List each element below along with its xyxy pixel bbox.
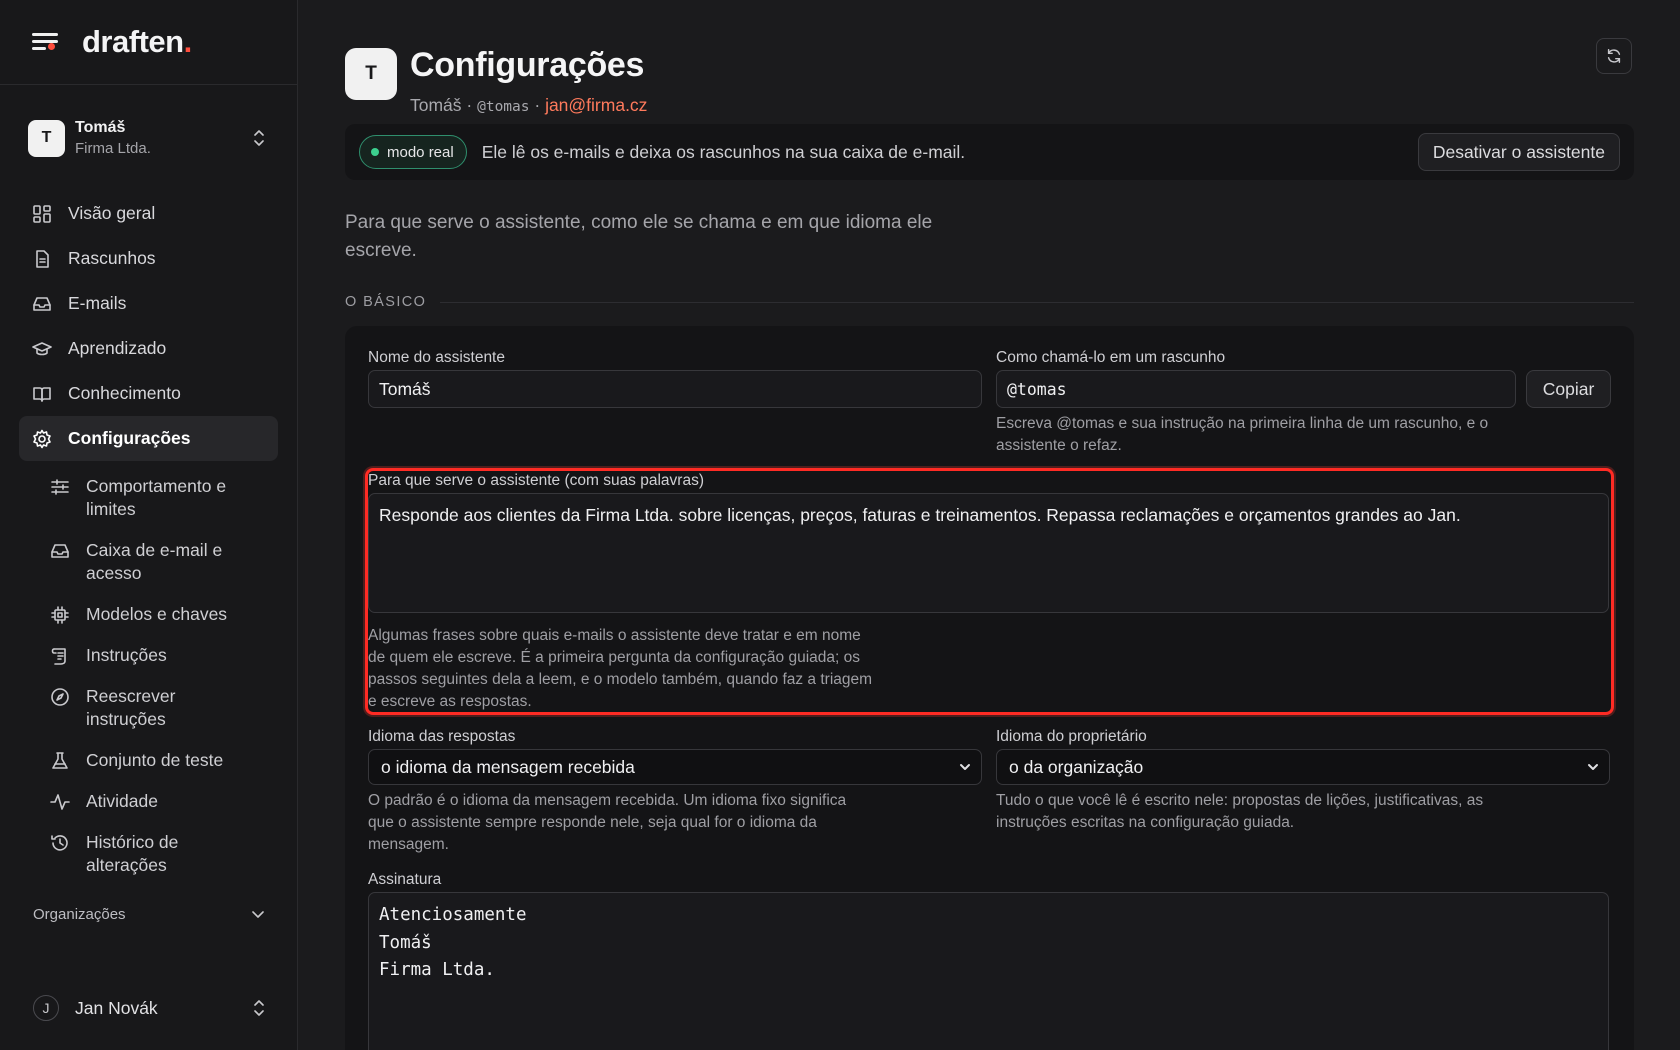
chevron-up-down-icon bbox=[254, 1000, 264, 1016]
signature-label: Assinatura bbox=[368, 871, 442, 888]
status-badge: modo real bbox=[359, 135, 467, 169]
chevron-down-icon bbox=[252, 910, 264, 918]
compass-icon bbox=[50, 687, 70, 707]
assistant-name-label: Nome do assistente bbox=[368, 349, 505, 366]
gear-icon bbox=[32, 429, 52, 449]
menu-icon[interactable] bbox=[32, 31, 60, 53]
signature-textarea[interactable]: Atenciosamente Tomáš Firma Ltda. bbox=[368, 892, 1609, 1050]
refresh-icon bbox=[1607, 48, 1621, 64]
avatar: T bbox=[28, 119, 65, 157]
focus-highlight bbox=[365, 468, 1614, 715]
graduation-cap-icon bbox=[32, 339, 52, 359]
handle-help: Escreva @tomas e sua instrução na primei… bbox=[996, 415, 1489, 454]
history-icon bbox=[50, 833, 70, 853]
subnav-item-activity[interactable]: Atividade bbox=[50, 781, 297, 822]
reply-language-label: Idioma das respostas bbox=[368, 728, 516, 745]
grid-icon bbox=[32, 204, 52, 224]
refresh-button[interactable] bbox=[1596, 38, 1632, 74]
status-text: Ele lê os e-mails e deixa os rascunhos n… bbox=[481, 141, 966, 162]
assistant-avatar: T bbox=[345, 48, 397, 100]
logo: draften. bbox=[82, 24, 192, 59]
nav-item-drafts[interactable]: Rascunhos bbox=[19, 236, 278, 281]
inbox-icon bbox=[32, 294, 52, 314]
page-title: Configurações bbox=[410, 46, 645, 84]
flask-icon bbox=[50, 751, 70, 771]
user-menu[interactable]: J Jan Novák bbox=[33, 995, 265, 1021]
activity-icon bbox=[50, 792, 70, 812]
subnav-item-history[interactable]: Histórico de alterações bbox=[50, 822, 297, 886]
status-banner: modo real Ele lê os e-mails e deixa os r… bbox=[345, 124, 1634, 180]
subnav-item-behavior[interactable]: Comportamento e limites bbox=[50, 466, 297, 530]
basics-card: Nome do assistente Tomáš Como chamá-lo e… bbox=[345, 326, 1634, 1050]
assistant-name-input[interactable]: Tomáš bbox=[368, 370, 982, 408]
chip-icon bbox=[50, 605, 70, 625]
user-avatar: J bbox=[33, 995, 59, 1021]
main-nav: Visão geral Rascunhos E-mails Aprendizad… bbox=[0, 191, 297, 461]
handle-input[interactable]: @tomas bbox=[996, 370, 1516, 408]
page-header: T Configurações Tomáš · @tomas · jan@fir… bbox=[345, 46, 647, 116]
page-meta: Tomáš · @tomas · jan@firma.cz bbox=[410, 95, 648, 115]
owner-language-select[interactable]: o da organização bbox=[996, 749, 1610, 785]
account-name: Tomáš bbox=[75, 119, 126, 136]
owner-language-label: Idioma do proprietário bbox=[996, 728, 1147, 745]
document-icon bbox=[32, 249, 52, 269]
nav-item-learning[interactable]: Aprendizado bbox=[19, 326, 278, 371]
copy-button[interactable]: Copiar bbox=[1526, 370, 1611, 408]
nav-item-overview[interactable]: Visão geral bbox=[19, 191, 278, 236]
account-org: Firma Ltda. bbox=[75, 140, 151, 157]
reply-language-select[interactable]: o idioma da mensagem recebida bbox=[368, 749, 982, 785]
subnav-item-mailbox[interactable]: Caixa de e-mail e acesso bbox=[50, 530, 297, 594]
subnav-item-instructions[interactable]: Instruções bbox=[50, 635, 297, 676]
section-heading: O BÁSICO bbox=[345, 294, 1634, 310]
nav-item-knowledge[interactable]: Conhecimento bbox=[19, 371, 278, 416]
disable-assistant-button[interactable]: Desativar o assistente bbox=[1417, 133, 1620, 171]
brand-bar: draften. bbox=[0, 0, 297, 85]
book-icon bbox=[32, 384, 52, 404]
section-intro: Para que serve o assistente, como ele se… bbox=[345, 212, 933, 261]
sliders-icon bbox=[50, 477, 70, 497]
scroll-icon bbox=[50, 646, 70, 666]
settings-subnav: Comportamento e limites Caixa de e-mail … bbox=[0, 466, 297, 886]
handle-label: Como chamá-lo em um rascunho bbox=[996, 349, 1226, 366]
owner-email: jan@firma.cz bbox=[545, 95, 648, 115]
chevron-down-icon bbox=[960, 764, 970, 770]
sidebar: draften. T Tomáš Firma Ltda. Visão geral… bbox=[0, 0, 298, 1050]
subnav-item-models[interactable]: Modelos e chaves bbox=[50, 594, 297, 635]
chevron-up-down-icon bbox=[254, 130, 264, 146]
subnav-item-rewrite[interactable]: Reescrever instruções bbox=[50, 676, 297, 740]
reply-language-help: O padrão é o idioma da mensagem recebida… bbox=[368, 792, 847, 853]
nav-item-settings[interactable]: Configurações bbox=[19, 416, 278, 461]
inbox-icon bbox=[50, 541, 70, 561]
live-dot bbox=[371, 148, 379, 156]
subnav-item-test-set[interactable]: Conjunto de teste bbox=[50, 740, 297, 781]
user-name: Jan Novák bbox=[75, 997, 158, 1018]
nav-item-emails[interactable]: E-mails bbox=[19, 281, 278, 326]
owner-language-help: Tudo o que você lê é escrito nele: propo… bbox=[996, 792, 1484, 831]
organizations-toggle[interactable]: Organizações bbox=[33, 906, 265, 923]
chevron-down-icon bbox=[1588, 764, 1598, 770]
account-switcher[interactable]: T Tomáš Firma Ltda. bbox=[0, 85, 297, 191]
